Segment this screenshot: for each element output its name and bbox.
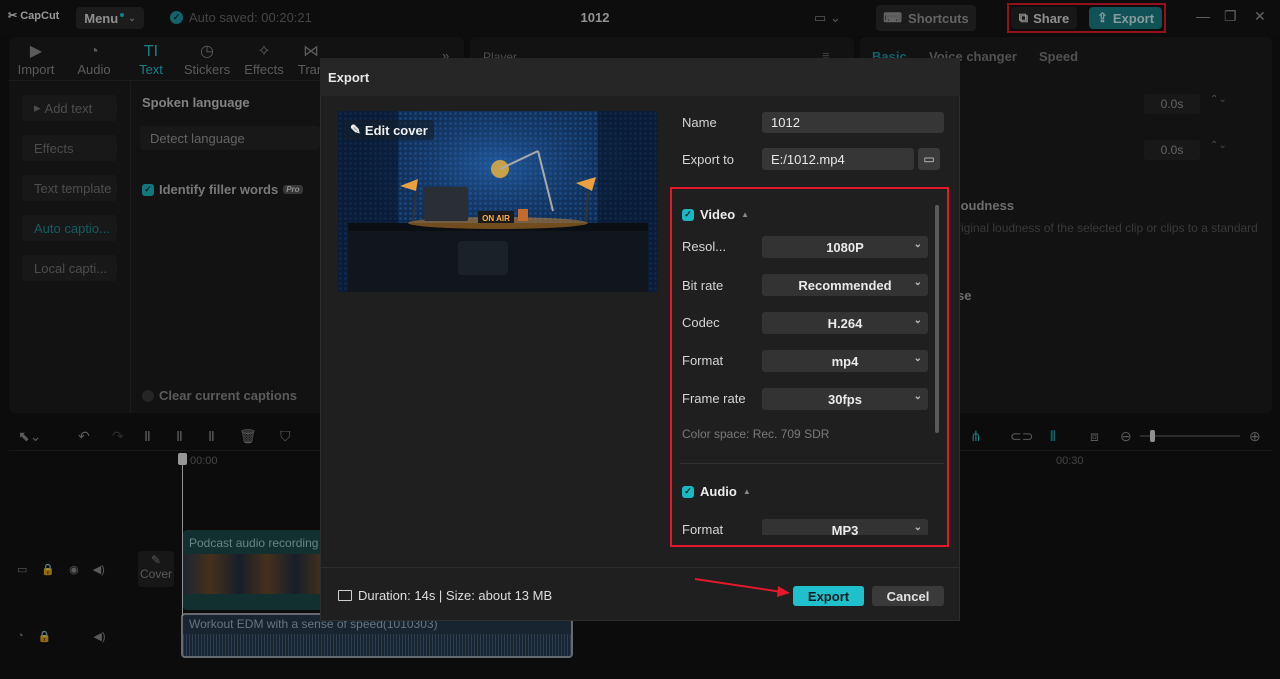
section-divider [680,463,944,464]
folder-icon[interactable]: ▭ [918,148,940,170]
export-to-label: Export to [682,152,735,167]
framerate-label: Frame rate [682,391,746,406]
bitrate-value: Recommended [798,277,892,293]
film-icon [338,590,352,601]
audio-section-toggle[interactable]: ✓ Audio ▲ [682,484,751,499]
name-label: Name [682,115,717,130]
export-dialog-header [320,58,960,96]
chevron-down-icon: ⌄ [913,522,922,533]
duration-info: Duration: 14s | Size: about 13 MB [338,588,552,603]
chevron-down-icon: ⌄ [913,353,922,364]
caret-up-icon: ▲ [741,210,750,219]
export-path-input[interactable]: E:/1012.mp4 [762,148,914,170]
settings-scrollbar[interactable] [935,205,939,433]
audio-format-label: Format [682,522,724,537]
codec-select[interactable]: H.264 ⌄ [762,312,928,334]
name-input[interactable]: 1012 [762,112,944,133]
cancel-button[interactable]: Cancel [872,586,944,606]
edit-cover-button[interactable]: ✎ Edit cover [344,120,434,140]
video-section-toggle[interactable]: ✓ Video ▲ [682,207,749,222]
resolution-value: 1080P [826,239,864,255]
audio-section-label: Audio [700,484,737,499]
resolution-select[interactable]: 1080P ⌄ [762,236,928,258]
codec-value: H.264 [827,315,863,331]
codec-label: Codec [682,315,720,330]
framerate-select[interactable]: 30fps ⌄ [762,388,928,410]
bitrate-label: Bit rate [682,278,724,293]
video-section-label: Video [700,207,736,222]
resolution-label: Resol... [682,239,727,254]
audio-format-select[interactable]: MP3 ⌄ [762,519,928,535]
color-space-info: Color space: Rec. 709 SDR [682,427,830,441]
on-air-sign: ON AIR [482,214,510,223]
chevron-down-icon: ⌄ [913,239,922,250]
format-label: Format [682,353,724,368]
framerate-value: 30fps [828,391,862,407]
export-dialog-title: Export [328,70,370,85]
checkbox-icon: ✓ [682,485,694,498]
format-value: mp4 [831,353,859,369]
pencil-icon: ✎ [350,122,361,137]
audio-format-value: MP3 [831,522,859,536]
bitrate-select[interactable]: Recommended ⌄ [762,274,928,296]
annotation-arrow [694,578,790,597]
checkbox-icon: ✓ [682,208,694,221]
duration-text: Duration: 14s | Size: about 13 MB [358,588,553,603]
chevron-down-icon: ⌄ [913,315,922,326]
edit-cover-label: Edit cover [364,122,428,138]
chevron-down-icon: ⌄ [913,277,922,288]
export-button[interactable]: Export [793,586,864,606]
export-path-value: E:/1012.mp4 [771,151,845,167]
footer-divider [320,567,960,568]
chevron-down-icon: ⌄ [913,391,922,402]
caret-up-icon: ▲ [742,487,751,496]
format-select[interactable]: mp4 ⌄ [762,350,928,372]
name-value: 1012 [771,115,800,130]
audio-format-clip: MP3 ⌄ [762,519,928,535]
